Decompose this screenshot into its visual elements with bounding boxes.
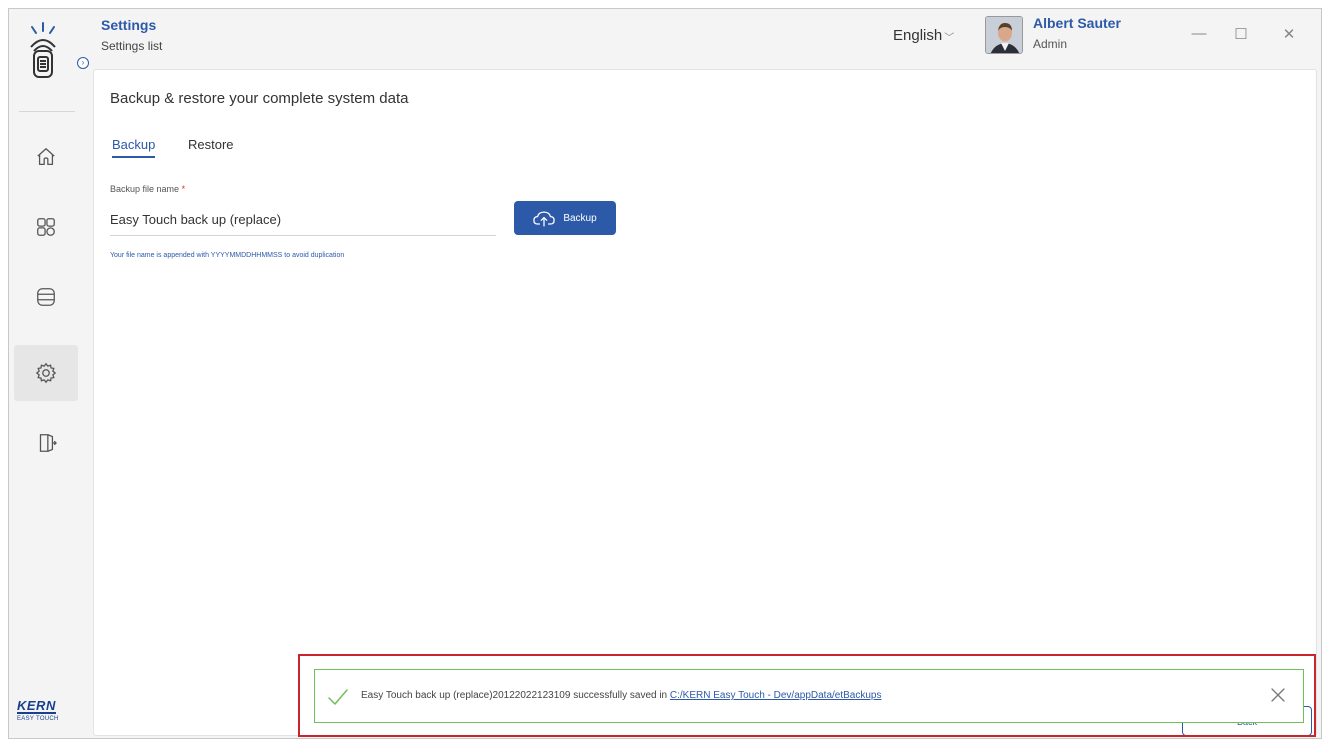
language-label: English (893, 27, 943, 44)
checkmark-icon (328, 689, 348, 705)
main-panel: Backup & restore your complete system da… (93, 69, 1317, 736)
page-title: Settings (101, 17, 157, 33)
sidebar-divider (19, 111, 75, 112)
sidebar-item-home[interactable] (14, 129, 78, 185)
header: Settings Settings list English ﹀ Albert … (85, 9, 1321, 67)
backup-file-name-label: Backup file name * (110, 184, 185, 194)
home-icon (37, 148, 55, 165)
user-role: Admin (1033, 37, 1068, 51)
fingerprint-logo-icon (23, 19, 63, 83)
tab-restore[interactable]: Restore (188, 137, 234, 156)
brand-name: KERN (17, 698, 56, 714)
database-icon (37, 288, 55, 306)
backup-file-name-input[interactable] (110, 204, 496, 236)
minimize-button[interactable]: — (1189, 25, 1209, 42)
cloud-upload-icon (533, 210, 556, 226)
field-label-text: Backup file name (110, 184, 180, 194)
user-name[interactable]: Albert Sauter (1033, 15, 1121, 31)
logout-icon (39, 434, 57, 452)
kern-brand-logo: KERN EASY TOUCH (17, 697, 77, 722)
sidebar-item-settings[interactable] (14, 345, 78, 401)
gear-icon (35, 362, 57, 384)
brand-sub: EASY TOUCH (17, 716, 59, 722)
filename-hint: Your file name is appended with YYYYMMDD… (110, 252, 345, 259)
section-title: Backup & restore your complete system da… (110, 90, 409, 107)
app-window: › KERN EASY TOUCH Settings Settings list… (8, 8, 1322, 739)
sidebar-item-database[interactable] (14, 269, 78, 325)
backup-button-label: Backup (563, 212, 597, 224)
backup-button[interactable]: Backup (514, 201, 616, 235)
required-mark: * (181, 184, 186, 194)
close-icon[interactable] (1267, 684, 1289, 706)
tab-backup[interactable]: Backup (112, 137, 156, 158)
sidebar-item-dashboard[interactable] (14, 199, 78, 255)
chevron-down-icon: ﹀ (944, 33, 955, 44)
maximize-button[interactable]: ☐ (1231, 25, 1251, 43)
toast-message-text: Easy Touch back up (replace)201220221231… (361, 690, 670, 701)
toast-message: Easy Touch back up (replace)201220221231… (361, 690, 882, 701)
success-toast: Easy Touch back up (replace)201220221231… (314, 669, 1304, 723)
sidebar-item-logout[interactable] (14, 415, 78, 471)
language-selector[interactable]: English ﹀ (893, 27, 954, 44)
backup-folder-link[interactable]: C:/KERN Easy Touch - Dev/appData/etBacku… (670, 690, 882, 701)
close-window-button[interactable]: ✕ (1279, 25, 1299, 43)
sidebar: › KERN EASY TOUCH (9, 9, 89, 738)
grid-icon (37, 218, 55, 236)
page-subtitle: Settings list (101, 39, 163, 53)
user-avatar-icon (986, 17, 1022, 53)
avatar[interactable] (985, 16, 1023, 54)
